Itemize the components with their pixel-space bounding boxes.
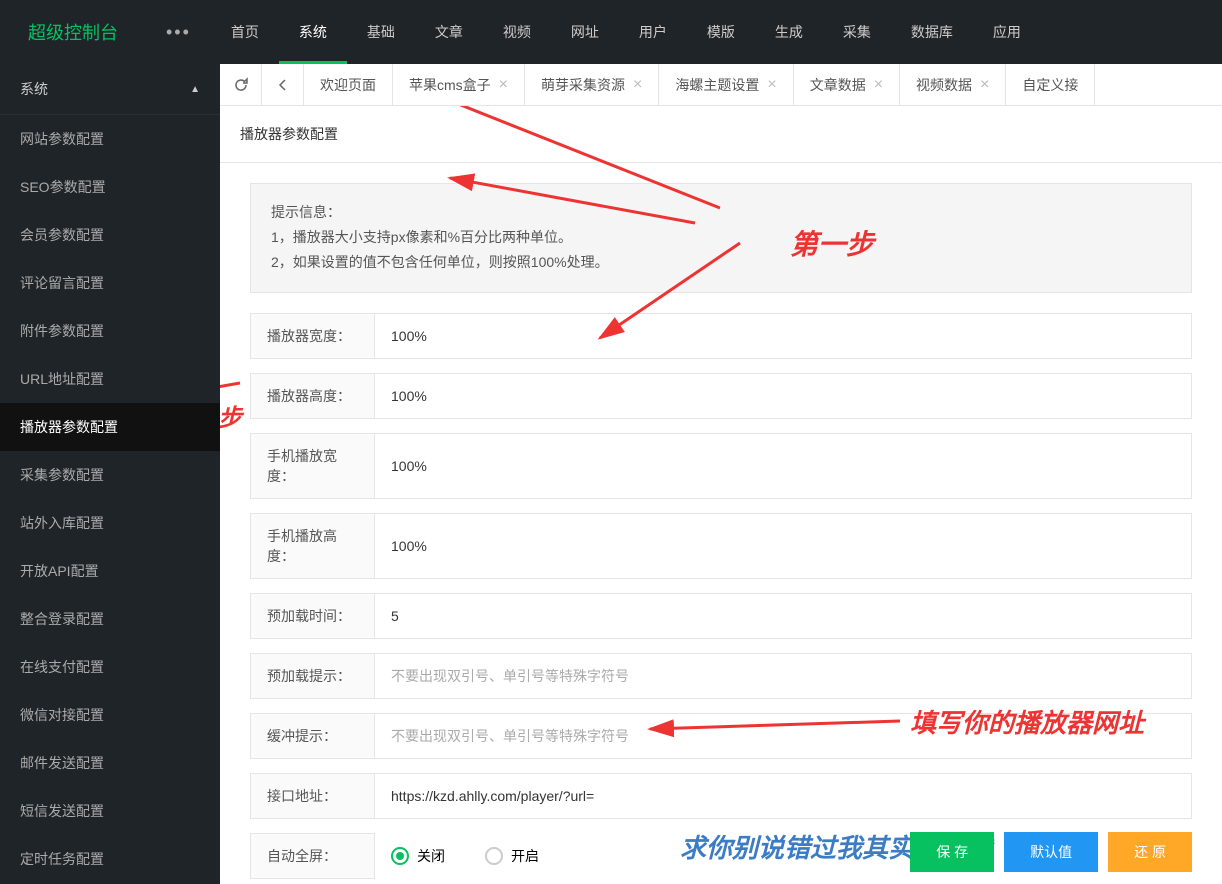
sidebar-item-7[interactable]: 采集参数配置 — [0, 451, 220, 499]
tab-6[interactable]: 自定义接 — [1006, 64, 1095, 105]
sidebar-item-11[interactable]: 在线支付配置 — [0, 643, 220, 691]
nav-item-5[interactable]: 网址 — [551, 0, 619, 64]
nav-item-11[interactable]: 应用 — [973, 0, 1041, 64]
sidebar-item-13[interactable]: 邮件发送配置 — [0, 739, 220, 787]
tab-label: 文章数据 — [810, 75, 866, 95]
nav-item-3[interactable]: 文章 — [415, 0, 483, 64]
tab-1[interactable]: 苹果cms盒子 × — [393, 64, 525, 105]
save-button[interactable]: 保 存 — [910, 832, 994, 872]
nav-item-10[interactable]: 数据库 — [891, 0, 973, 64]
sidebar-item-0[interactable]: 网站参数配置 — [0, 115, 220, 163]
sidebar-item-15[interactable]: 定时任务配置 — [0, 835, 220, 883]
input-player-width[interactable] — [375, 313, 1192, 359]
tab-label: 自定义接 — [1022, 75, 1078, 95]
input-player-height[interactable] — [375, 373, 1192, 419]
tab-2[interactable]: 萌芽采集资源 × — [525, 64, 659, 105]
footer-buttons: 保 存 默认值 还 原 — [910, 832, 1192, 872]
chevron-left-icon — [276, 78, 290, 92]
more-menu-icon[interactable]: ••• — [146, 22, 211, 43]
hint-title: 提示信息： — [271, 200, 1171, 225]
label-preload-tip: 预加载提示： — [250, 653, 375, 699]
tab-5[interactable]: 视频数据 × — [900, 64, 1006, 105]
sidebar-item-1[interactable]: SEO参数配置 — [0, 163, 220, 211]
radio-label-on: 开启 — [511, 846, 539, 866]
label-autofull: 自动全屏： — [250, 833, 375, 879]
close-icon[interactable]: × — [874, 76, 883, 94]
logo: 超级控制台 — [0, 19, 146, 45]
close-icon[interactable]: × — [767, 76, 776, 94]
tab-label: 萌芽采集资源 — [541, 75, 625, 95]
nav-item-9[interactable]: 采集 — [823, 0, 891, 64]
input-buffer-tip[interactable] — [375, 713, 1192, 759]
nav-item-6[interactable]: 用户 — [619, 0, 687, 64]
tab-label: 欢迎页面 — [320, 75, 376, 95]
default-button[interactable]: 默认值 — [1004, 832, 1098, 872]
tab-label: 苹果cms盒子 — [409, 75, 491, 95]
nav-item-2[interactable]: 基础 — [347, 0, 415, 64]
sidebar: 系统 ▲ 网站参数配置SEO参数配置会员参数配置评论留言配置附件参数配置URL地… — [0, 64, 220, 884]
input-preload-time[interactable] — [375, 593, 1192, 639]
sidebar-item-10[interactable]: 整合登录配置 — [0, 595, 220, 643]
input-api-url[interactable] — [375, 773, 1192, 819]
hint-line-2: 2，如果设置的值不包含任何单位，则按照100%处理。 — [271, 250, 1171, 275]
nav-item-7[interactable]: 模版 — [687, 0, 755, 64]
sidebar-item-14[interactable]: 短信发送配置 — [0, 787, 220, 835]
top-nav: 超级控制台 ••• 首页系统基础文章视频网址用户模版生成采集数据库应用 — [0, 0, 1222, 64]
page-title: 播放器参数配置 — [240, 118, 338, 150]
label-player-height: 播放器高度： — [250, 373, 375, 419]
sidebar-item-4[interactable]: 附件参数配置 — [0, 307, 220, 355]
radio-label-off: 关闭 — [417, 846, 445, 866]
close-icon[interactable]: × — [633, 76, 642, 94]
nav-item-4[interactable]: 视频 — [483, 0, 551, 64]
nav-item-0[interactable]: 首页 — [211, 0, 279, 64]
sidebar-item-12[interactable]: 微信对接配置 — [0, 691, 220, 739]
sidebar-item-9[interactable]: 开放API配置 — [0, 547, 220, 595]
sidebar-item-8[interactable]: 站外入库配置 — [0, 499, 220, 547]
close-icon[interactable]: × — [499, 76, 508, 94]
form-area: 提示信息： 1，播放器大小支持px像素和%百分比两种单位。 2，如果设置的值不包… — [220, 163, 1222, 884]
refresh-icon — [233, 77, 249, 93]
tab-label: 海螺主题设置 — [675, 75, 759, 95]
main-panel: 欢迎页面 苹果cms盒子 × 萌芽采集资源 × 海螺主题设置 × 文章数据 × 视频数据 × 自定义接… — [220, 64, 1222, 884]
chevron-up-icon: ▲ — [190, 84, 200, 95]
label-api-url: 接口地址： — [250, 773, 375, 819]
sidebar-item-5[interactable]: URL地址配置 — [0, 355, 220, 403]
sidebar-item-6[interactable]: 播放器参数配置 — [0, 403, 220, 451]
label-mobile-width: 手机播放宽度： — [250, 433, 375, 499]
hint-box: 提示信息： 1，播放器大小支持px像素和%百分比两种单位。 2，如果设置的值不包… — [250, 183, 1192, 293]
radio-autofull-off[interactable]: 关闭 — [391, 846, 445, 866]
close-icon[interactable]: × — [980, 76, 989, 94]
input-mobile-width[interactable] — [375, 433, 1192, 499]
nav-item-8[interactable]: 生成 — [755, 0, 823, 64]
tab-3[interactable]: 海螺主题设置 × — [659, 64, 793, 105]
hint-line-1: 1，播放器大小支持px像素和%百分比两种单位。 — [271, 225, 1171, 250]
label-mobile-height: 手机播放高度： — [250, 513, 375, 579]
tab-bar: 欢迎页面 苹果cms盒子 × 萌芽采集资源 × 海螺主题设置 × 文章数据 × 视频数据 × 自定义接 — [220, 64, 1222, 106]
radio-unchecked-icon — [485, 847, 503, 865]
refresh-button[interactable] — [220, 64, 262, 105]
content-header: 播放器参数配置 — [220, 106, 1222, 163]
radio-autofull-on[interactable]: 开启 — [485, 846, 539, 866]
label-buffer-tip: 缓冲提示： — [250, 713, 375, 759]
tab-0[interactable]: 欢迎页面 — [304, 64, 393, 105]
reset-button[interactable]: 还 原 — [1108, 832, 1192, 872]
input-preload-tip[interactable] — [375, 653, 1192, 699]
sidebar-item-2[interactable]: 会员参数配置 — [0, 211, 220, 259]
sidebar-section-label: 系统 — [20, 79, 48, 99]
label-player-width: 播放器宽度： — [250, 313, 375, 359]
tab-4[interactable]: 文章数据 × — [794, 64, 900, 105]
tab-label: 视频数据 — [916, 75, 972, 95]
annotation-step2: 第二步 — [220, 398, 242, 433]
nav-item-1[interactable]: 系统 — [279, 0, 347, 64]
back-button[interactable] — [262, 64, 304, 105]
sidebar-item-3[interactable]: 评论留言配置 — [0, 259, 220, 307]
radio-checked-icon — [391, 847, 409, 865]
sidebar-section-header[interactable]: 系统 ▲ — [0, 64, 220, 115]
label-preload-time: 预加载时间： — [250, 593, 375, 639]
input-mobile-height[interactable] — [375, 513, 1192, 579]
